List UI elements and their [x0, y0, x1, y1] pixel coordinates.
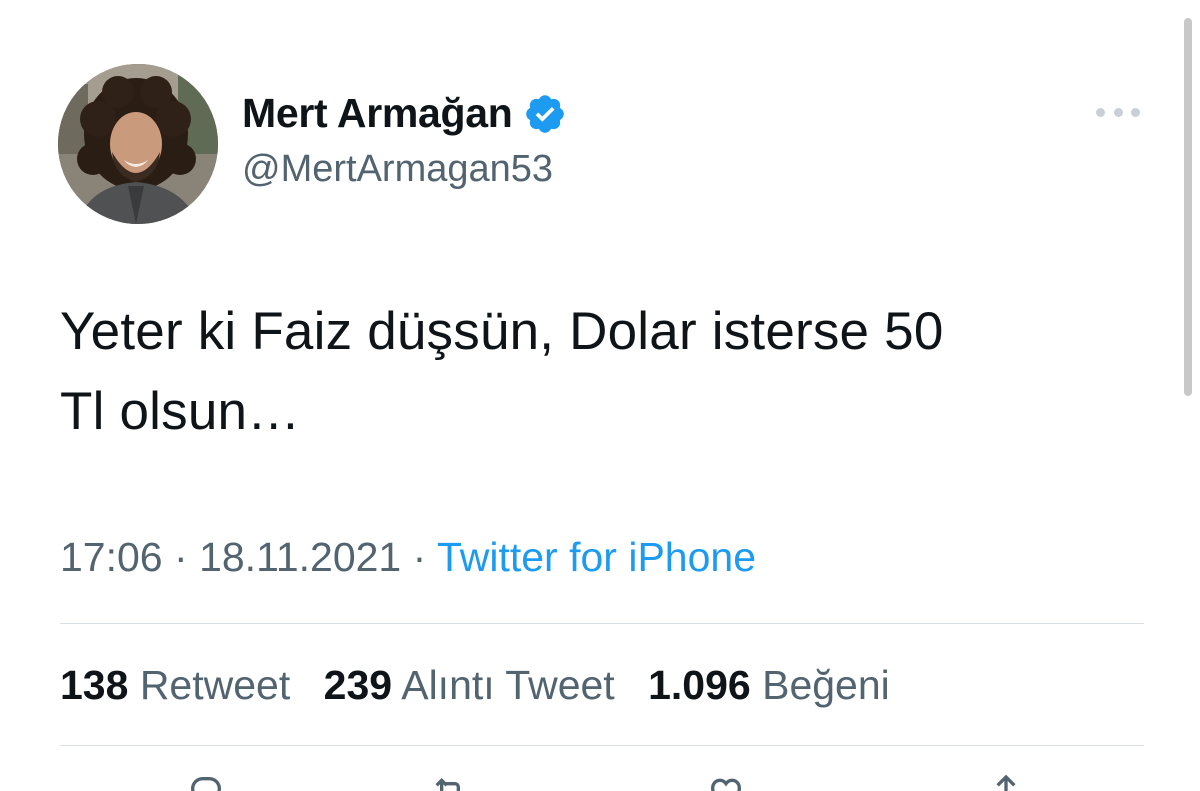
verified-badge-icon	[525, 94, 564, 133]
retweets-stat[interactable]: 138 Retweet	[60, 662, 290, 708]
tweet-text-line: Tl olsun…	[60, 382, 301, 441]
tweet-actions-bar	[0, 772, 1200, 791]
retweets-count: 138	[60, 662, 129, 708]
meta-separator: ·	[412, 534, 427, 580]
divider	[60, 623, 1144, 624]
dot	[1096, 107, 1105, 117]
quotes-stat[interactable]: 239 Alıntı Tweet	[324, 662, 615, 708]
likes-count: 1.096	[648, 662, 751, 708]
scrollbar[interactable]	[1184, 18, 1192, 396]
author-handle[interactable]: @MertArmagan53	[242, 148, 553, 191]
dot	[1113, 107, 1123, 117]
quotes-count: 239	[323, 662, 393, 708]
retweets-label: Retweet	[139, 662, 291, 708]
tweet-text-line: Yeter ki Faiz düşsün, Dolar isterse 50	[60, 302, 944, 361]
tweet-stats: 138 Retweet 239 Alıntı Tweet 1.096 Beğen…	[60, 662, 912, 709]
dot	[1131, 107, 1140, 117]
tweet-meta: 17:06 · 18.11.2021 · Twitter for iPhone	[60, 534, 756, 581]
likes-label: Beğeni	[762, 662, 890, 708]
reply-icon[interactable]	[186, 772, 226, 791]
share-icon[interactable]	[986, 772, 1026, 791]
meta-separator: ·	[174, 534, 188, 580]
like-icon[interactable]	[706, 772, 746, 791]
author-display-name[interactable]: Mert Armağan	[242, 90, 567, 137]
tweet-time[interactable]: 17:06	[60, 534, 163, 580]
more-options-icon[interactable]	[1096, 102, 1140, 122]
quotes-label: Alıntı Tweet	[401, 662, 615, 708]
divider	[60, 745, 1144, 746]
tweet-detail-view: Mert Armağan @MertArmagan53 Yeter ki Fai…	[0, 0, 1200, 791]
retweet-icon[interactable]	[430, 772, 470, 791]
author-avatar[interactable]	[58, 64, 218, 224]
tweet-date[interactable]: 18.11.2021	[199, 534, 401, 580]
likes-stat[interactable]: 1.096 Beğeni	[648, 662, 890, 708]
tweet-source-link[interactable]: Twitter for iPhone	[437, 534, 756, 580]
tweet-text: Yeter ki Faiz düşsün, Dolar isterse 50 T…	[60, 292, 1150, 452]
display-name-text[interactable]: Mert Armağan	[242, 90, 513, 137]
avatar-photo	[58, 64, 218, 224]
